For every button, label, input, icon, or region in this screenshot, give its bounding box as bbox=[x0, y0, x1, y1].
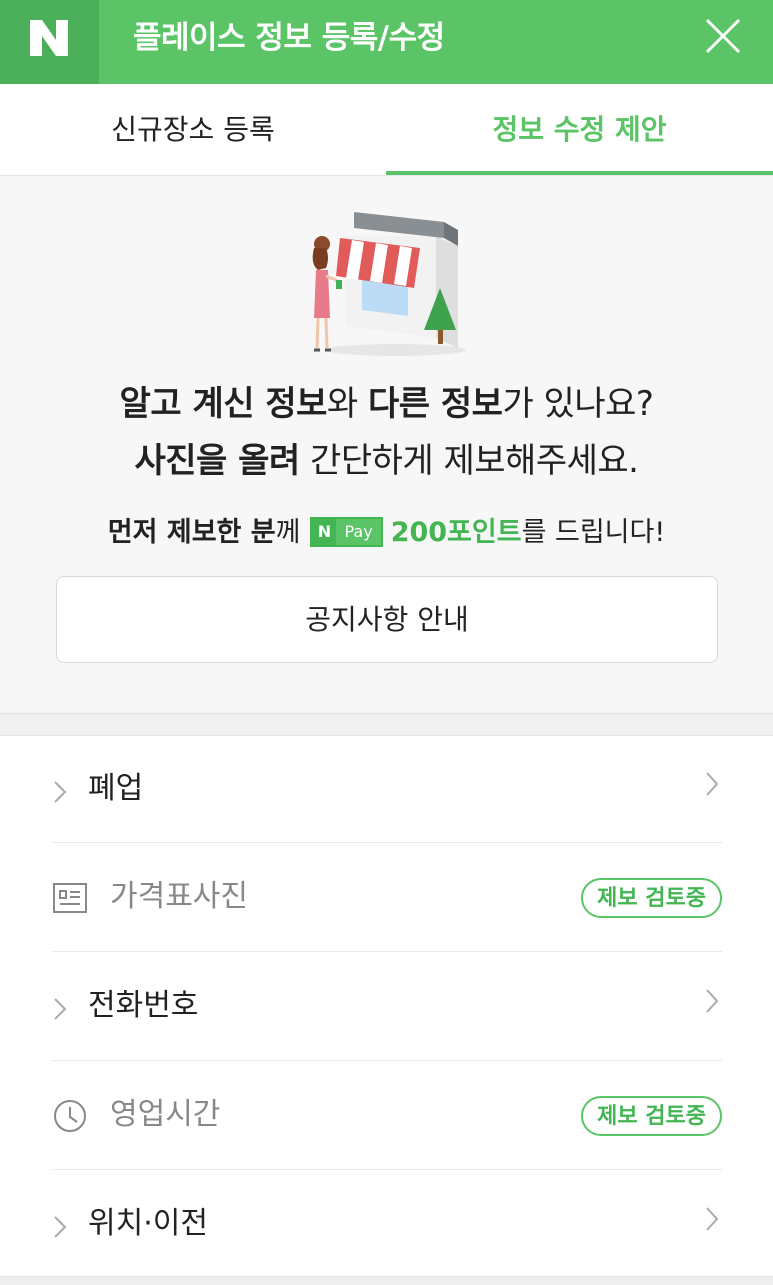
store-illustration bbox=[312, 212, 466, 356]
clock-icon bbox=[54, 1100, 86, 1132]
list-item-label: 가격표사진 bbox=[110, 879, 248, 914]
menu-board-icon bbox=[53, 883, 87, 913]
list-item-label: 영업시간 bbox=[110, 1097, 221, 1132]
headline-text-3: 간단하게 제보해주세요. bbox=[299, 441, 639, 481]
status-badge: 제보 검토중 bbox=[581, 1096, 722, 1136]
chevron-right-icon bbox=[706, 772, 719, 796]
notice-button[interactable]: 공지사항 안내 bbox=[56, 576, 718, 663]
chevron-right-icon bbox=[54, 1216, 67, 1238]
close-icon[interactable] bbox=[703, 16, 743, 56]
list-item-closure[interactable]: 폐업 bbox=[52, 735, 722, 843]
list-item-location[interactable]: 위치·이전 bbox=[52, 1170, 722, 1278]
tab-bar: 신규장소 등록 정보 수정 제안 bbox=[0, 84, 773, 176]
list-item-label: 전화번호 bbox=[88, 988, 199, 1023]
headline-line-1: 알고 계신 정보와 다른 정보가 있나요? bbox=[0, 376, 773, 433]
headline-bold-2: 다른 정보 bbox=[368, 384, 503, 424]
npay-badge: N Pay bbox=[310, 516, 383, 547]
list-item-price-photo: 가격표사진 제보 검토중 bbox=[52, 843, 722, 951]
reward-notice: 먼저 제보한 분께 N Pay 200포인트를 드립니다! bbox=[0, 510, 773, 549]
headline-line-2: 사진을 올려 간단하게 제보해주세요. bbox=[0, 433, 773, 490]
app-header: 플레이스 정보 등록/수정 bbox=[0, 0, 773, 84]
list-item-phone[interactable]: 전화번호 bbox=[52, 952, 722, 1060]
npay-label: Pay bbox=[336, 518, 381, 545]
chevron-right-icon bbox=[706, 1207, 719, 1231]
npay-n: N bbox=[312, 518, 337, 545]
naver-logo bbox=[0, 0, 99, 84]
tab-edit-suggestion[interactable]: 정보 수정 제안 bbox=[386, 84, 773, 176]
list-item-hours: 영업시간 제보 검토중 bbox=[52, 1061, 722, 1169]
page-title: 플레이스 정보 등록/수정 bbox=[133, 20, 445, 56]
chevron-right-icon bbox=[706, 989, 719, 1013]
status-badge: 제보 검토중 bbox=[581, 878, 722, 918]
reward-text-1: 께 bbox=[275, 517, 301, 548]
chevron-right-icon bbox=[54, 998, 67, 1020]
list-item-label: 폐업 bbox=[88, 771, 144, 806]
headline-bold-1: 알고 계신 정보 bbox=[119, 384, 328, 424]
headline-text-2: 가 있나요? bbox=[502, 384, 654, 424]
reward-points: 200포인트 bbox=[390, 517, 522, 548]
headline-bold-3: 사진을 올려 bbox=[134, 441, 301, 481]
intro-section: 알고 계신 정보와 다른 정보가 있나요? 사진을 올려 간단하게 제보해주세요… bbox=[0, 176, 773, 714]
section-separator bbox=[0, 713, 773, 736]
reward-text-2: 를 드립니다! bbox=[521, 517, 666, 548]
tab-new-place[interactable]: 신규장소 등록 bbox=[0, 84, 386, 176]
headline-text-1: 와 bbox=[326, 384, 368, 424]
list-item-label: 위치·이전 bbox=[88, 1206, 208, 1241]
intro-headline: 알고 계신 정보와 다른 정보가 있나요? 사진을 올려 간단하게 제보해주세요… bbox=[0, 376, 773, 490]
naver-n-icon bbox=[30, 20, 68, 56]
chevron-right-icon bbox=[54, 781, 67, 803]
reward-bold: 먼저 제보한 분 bbox=[107, 517, 276, 548]
